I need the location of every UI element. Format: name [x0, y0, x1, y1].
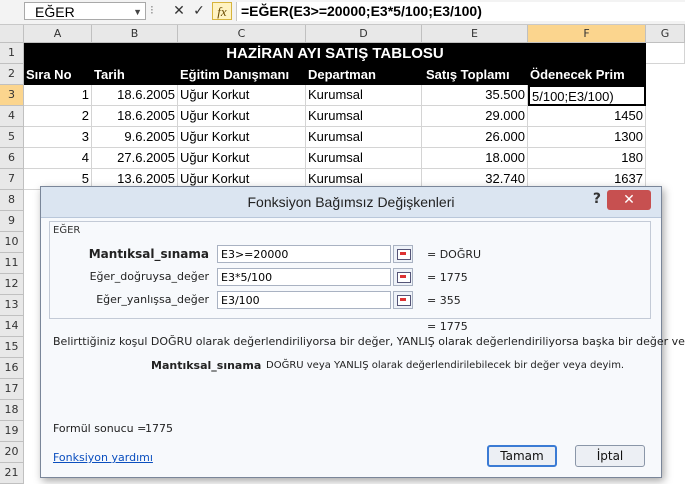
table-cell[interactable]: Kurumsal: [306, 127, 422, 148]
table-cell[interactable]: Uğur Korkut: [178, 85, 306, 106]
formula-result-label: Formül sonucu =: [53, 422, 147, 435]
formula-bar: EĞER ▼ ⁝ ✕ ✓ fx =EĞER(E3>=20000;E3*5/100…: [0, 0, 685, 25]
arg-help-text: DOĞRU veya YANLIŞ olarak değerlendirileb…: [266, 360, 625, 371]
table-cell[interactable]: 9.6.2005: [92, 127, 178, 148]
table-cell[interactable]: 18.6.2005: [92, 85, 178, 106]
row-header[interactable]: 15: [0, 337, 24, 358]
header-cell[interactable]: Ödenecek Prim: [528, 64, 646, 85]
arg-label-mantiksal: Mantıksal_sınama: [88, 247, 209, 261]
arg-input-dogruysa[interactable]: E3*5/100: [217, 268, 391, 286]
formula-input[interactable]: =EĞER(E3>=20000;E3*5/100;E3/100): [236, 2, 685, 21]
arg-help-name: Mantıksal_sınama: [151, 359, 262, 372]
chevron-down-icon[interactable]: ▼: [133, 3, 142, 21]
col-header-g[interactable]: G: [646, 25, 685, 43]
col-header-b[interactable]: B: [92, 25, 178, 43]
arg-label-dogruysa: Eğer_doğruysa_değer: [89, 270, 209, 283]
help-icon[interactable]: ?: [593, 191, 601, 207]
table-cell[interactable]: Kurumsal: [306, 148, 422, 169]
row-header[interactable]: 4: [0, 106, 24, 127]
row-header[interactable]: 18: [0, 400, 24, 421]
row-header[interactable]: 17: [0, 379, 24, 400]
arg-input-mantiksal[interactable]: E3>=20000: [217, 245, 391, 263]
table-cell[interactable]: 1300: [528, 127, 646, 148]
table-cell[interactable]: 27.6.2005: [92, 148, 178, 169]
close-icon[interactable]: ✕: [607, 190, 651, 210]
row-header[interactable]: 7: [0, 169, 24, 190]
active-cell-f3[interactable]: 5/100;E3/100): [528, 85, 646, 106]
col-header-e[interactable]: E: [422, 25, 528, 43]
table-cell[interactable]: 1: [24, 85, 92, 106]
table-cell[interactable]: Kurumsal: [306, 85, 422, 106]
separator-icon: ⁝: [150, 3, 154, 17]
row-header[interactable]: 14: [0, 316, 24, 337]
arg-input-yanlissa[interactable]: E3/100: [217, 291, 391, 309]
col-header-f[interactable]: F: [528, 25, 646, 43]
cancel-button[interactable]: İptal: [575, 445, 645, 467]
arg-result-yanlissa: = 355: [427, 294, 461, 307]
table-cell[interactable]: 26.000: [422, 127, 528, 148]
table-cell[interactable]: 29.000: [422, 106, 528, 127]
enter-formula-icon[interactable]: ✓: [190, 3, 208, 20]
header-cell[interactable]: Departman: [306, 64, 422, 85]
col-header-a[interactable]: A: [24, 25, 92, 43]
function-help-link[interactable]: Fonksiyon yardımı: [53, 451, 153, 464]
dialog-titlebar[interactable]: Fonksiyon Bağımsız Değişkenleri ? ✕: [41, 187, 661, 218]
table-cell[interactable]: Uğur Korkut: [178, 148, 306, 169]
table-cell[interactable]: 18.000: [422, 148, 528, 169]
function-name-label: EĞER: [51, 225, 83, 236]
row-header[interactable]: 21: [0, 463, 24, 484]
row-header[interactable]: 3: [0, 85, 24, 106]
row-header[interactable]: 12: [0, 274, 24, 295]
arg-result-mantiksal: = DOĞRU: [427, 248, 482, 261]
table-cell[interactable]: 35.500: [422, 85, 528, 106]
row-header[interactable]: 1: [0, 43, 24, 64]
row-header[interactable]: 9: [0, 211, 24, 232]
header-cell[interactable]: Tarih: [92, 64, 178, 85]
arg-label-yanlissa: Eğer_yanlışsa_değer: [96, 293, 209, 306]
insert-function-icon[interactable]: fx: [212, 2, 232, 20]
table-cell[interactable]: Uğur Korkut: [178, 106, 306, 127]
table-cell[interactable]: 2: [24, 106, 92, 127]
col-header-d[interactable]: D: [306, 25, 422, 43]
row-header[interactable]: 20: [0, 442, 24, 463]
table-cell[interactable]: 18.6.2005: [92, 106, 178, 127]
row-header[interactable]: 19: [0, 421, 24, 442]
row-header[interactable]: 10: [0, 232, 24, 253]
select-all-corner[interactable]: [0, 25, 24, 43]
row-header[interactable]: 11: [0, 253, 24, 274]
row-header[interactable]: 2: [0, 64, 24, 85]
function-description: Belirttiğiniz koşul DOĞRU olarak değerle…: [53, 335, 685, 348]
sheet-title[interactable]: HAZİRAN AYI SATIŞ TABLOSU: [24, 43, 646, 64]
row-header[interactable]: 5: [0, 127, 24, 148]
cancel-formula-icon[interactable]: ✕: [170, 3, 188, 20]
ok-button[interactable]: Tamam: [487, 445, 557, 467]
name-box-value: EĞER: [35, 4, 75, 20]
collapse-dialog-icon[interactable]: [393, 268, 413, 286]
name-box[interactable]: EĞER ▼: [24, 2, 146, 20]
header-cell[interactable]: Satış Toplamı: [422, 64, 528, 85]
function-arguments-dialog: Fonksiyon Bağımsız Değişkenleri ? ✕ EĞER…: [40, 186, 685, 478]
row-header[interactable]: 16: [0, 358, 24, 379]
collapse-dialog-icon[interactable]: [393, 245, 413, 263]
header-cell[interactable]: Eğitim Danışmanı: [178, 64, 306, 85]
total-result: = 1775: [427, 320, 468, 333]
row-header[interactable]: 6: [0, 148, 24, 169]
table-cell[interactable]: 4: [24, 148, 92, 169]
table-cell[interactable]: Kurumsal: [306, 106, 422, 127]
table-cell[interactable]: 180: [528, 148, 646, 169]
table-cell[interactable]: 3: [24, 127, 92, 148]
dialog-title: Fonksiyon Bağımsız Değişkenleri: [247, 194, 455, 210]
formula-result-value: 1775: [145, 422, 173, 435]
arg-result-dogruysa: = 1775: [427, 271, 468, 284]
row-header[interactable]: 8: [0, 190, 24, 211]
cell-g1[interactable]: [646, 43, 685, 64]
table-cell[interactable]: Uğur Korkut: [178, 127, 306, 148]
collapse-dialog-icon[interactable]: [393, 291, 413, 309]
header-cell[interactable]: Sıra No: [24, 64, 92, 85]
col-header-c[interactable]: C: [178, 25, 306, 43]
table-cell[interactable]: 1450: [528, 106, 646, 127]
row-header[interactable]: 13: [0, 295, 24, 316]
